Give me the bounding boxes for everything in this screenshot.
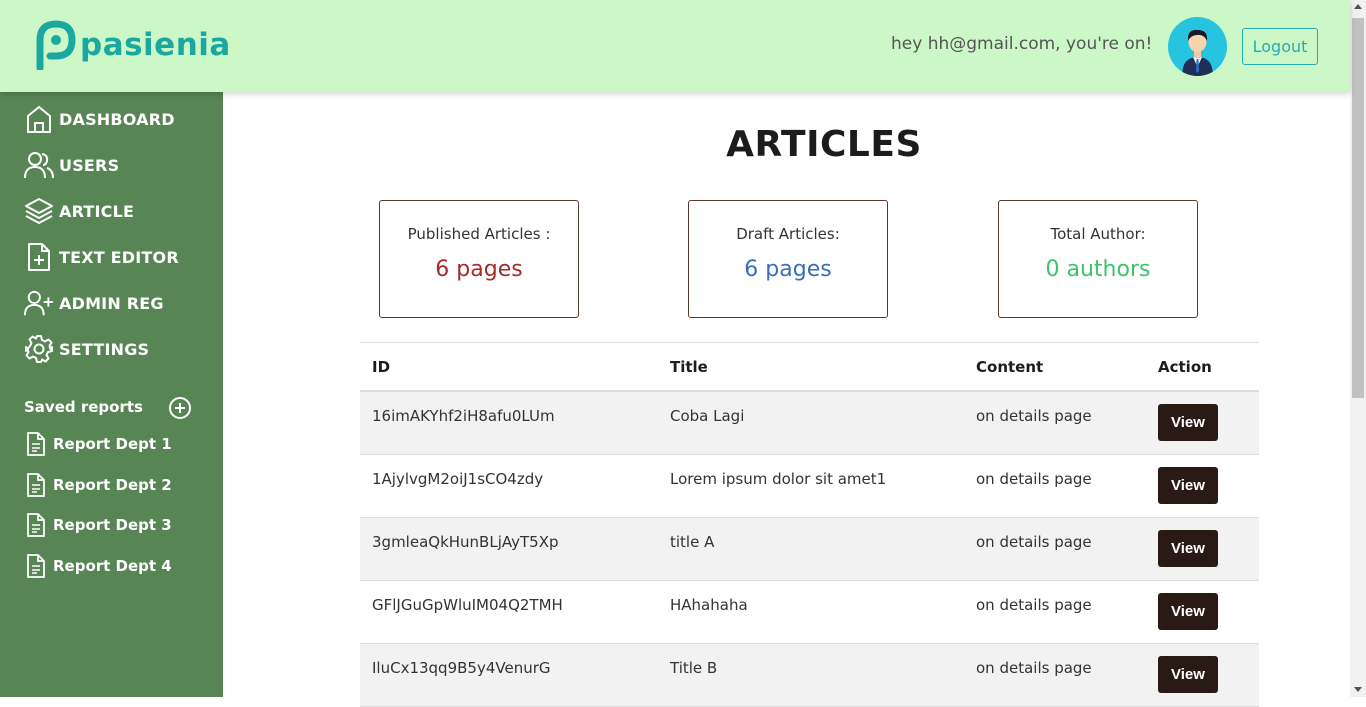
logout-button[interactable]: Logout [1242,28,1318,65]
stat-value: 6 pages [744,257,832,282]
table-row: 1AjylvgM2oiJ1sCO4zdy Lorem ipsum dolor s… [360,455,1259,518]
cell-id: IluCx13qq9B5y4VenurG [372,659,551,677]
add-report-icon[interactable] [168,396,192,420]
cell-id: 1AjylvgM2oiJ1sCO4zdy [372,470,544,488]
cell-content: on details page [976,407,1092,425]
logo-p-icon [36,20,76,70]
document-icon [27,513,45,537]
brand-name: pasienia [80,27,231,63]
sidebar-item-label: USERS [59,155,120,175]
table-header: ID Title Content Action [360,342,1259,392]
articles-table: ID Title Content Action 16imAKYhf2iH8afu… [360,342,1259,707]
scroll-up-arrow-icon[interactable] [1354,4,1362,9]
users-icon [24,150,54,180]
stat-value: 0 authors [1045,257,1151,282]
column-header-action: Action [1158,358,1212,376]
user-avatar-icon [1182,29,1213,76]
stat-label: Draft Articles: [736,225,840,243]
cell-id: 3gmleaQkHunBLjAyT5Xp [372,533,559,551]
cell-content: on details page [976,659,1092,677]
draft-articles-card: Draft Articles: 6 pages [688,200,888,318]
sidebar-item-settings[interactable]: SETTINGS [24,332,149,366]
report-label: Report Dept 3 [53,516,172,534]
view-button[interactable]: View [1158,467,1218,504]
page-scrollbar[interactable] [1350,0,1366,697]
published-articles-card: Published Articles : 6 pages [379,200,579,318]
stat-value: 6 pages [435,257,523,282]
cell-title: Coba Lagi [670,407,745,425]
total-author-card: Total Author: 0 authors [998,200,1198,318]
layers-icon [24,196,54,226]
scroll-down-arrow-icon[interactable] [1354,687,1362,692]
sidebar-item-label: TEXT EDITOR [59,247,179,267]
view-button[interactable]: View [1158,404,1218,441]
user-plus-icon [24,288,54,318]
report-item-3[interactable]: Report Dept 3 [26,512,172,538]
sidebar-item-users[interactable]: USERS [24,148,119,182]
cell-title: title A [670,533,715,551]
cell-id: GFlJGuGpWluIM04Q2TMH [372,596,563,614]
table-row: 16imAKYhf2iH8afu0LUm Coba Lagi on detail… [360,392,1259,455]
table-row: IluCx13qq9B5y4VenurG Title B on details … [360,644,1259,707]
avatar[interactable] [1168,17,1227,76]
report-item-4[interactable]: Report Dept 4 [26,553,172,579]
sidebar-item-label: ADMIN REG [59,293,164,313]
report-item-2[interactable]: Report Dept 2 [26,472,172,498]
report-label: Report Dept 4 [53,557,172,575]
home-icon [24,104,54,134]
view-button[interactable]: View [1158,530,1218,567]
file-plus-icon [24,242,54,272]
stat-label: Total Author: [1050,225,1146,243]
sidebar-item-dashboard[interactable]: DASHBOARD [24,102,175,136]
view-button[interactable]: View [1158,593,1218,630]
user-greeting: hey hh@gmail.com, you're on! [891,34,1153,54]
table-row: 3gmleaQkHunBLjAyT5Xp title A on details … [360,518,1259,581]
sidebar-item-admin-reg[interactable]: ADMIN REG [24,286,164,320]
scrollbar-thumb[interactable] [1352,18,1364,398]
sidebar-item-label: SETTINGS [59,339,150,359]
column-header-content: Content [976,358,1044,376]
document-icon [27,473,45,497]
gear-icon [24,334,54,364]
cell-content: on details page [976,470,1092,488]
stat-label: Published Articles : [407,225,551,243]
document-icon [27,554,45,578]
view-button[interactable]: View [1158,656,1218,693]
cell-content: on details page [976,596,1092,614]
top-header: pasienia hey hh@gmail.com, you're on! Lo… [0,0,1350,92]
cell-title: Lorem ipsum dolor sit amet1 [670,470,887,488]
sidebar-item-text-editor[interactable]: TEXT EDITOR [24,240,179,274]
brand-logo[interactable]: pasienia [34,20,231,70]
sidebar: DASHBOARD USERS ARTICLE TEXT EDITOR ADMI… [0,92,223,697]
report-item-1[interactable]: Report Dept 1 [26,431,172,457]
cell-id: 16imAKYhf2iH8afu0LUm [372,407,555,425]
saved-reports-title: Saved reports [24,398,143,416]
column-header-id: ID [372,358,391,376]
sidebar-item-label: DASHBOARD [59,109,175,129]
report-label: Report Dept 2 [53,476,172,494]
sidebar-item-article[interactable]: ARTICLE [24,194,134,228]
document-icon [27,432,45,456]
report-label: Report Dept 1 [53,435,172,453]
cell-content: on details page [976,533,1092,551]
page-title: ARTICLES [726,124,922,165]
cell-title: HAhahaha [670,596,748,614]
sidebar-item-label: ARTICLE [59,201,135,221]
cell-title: Title B [670,659,718,677]
table-row: GFlJGuGpWluIM04Q2TMH HAhahaha on details… [360,581,1259,644]
column-header-title: Title [670,358,708,376]
